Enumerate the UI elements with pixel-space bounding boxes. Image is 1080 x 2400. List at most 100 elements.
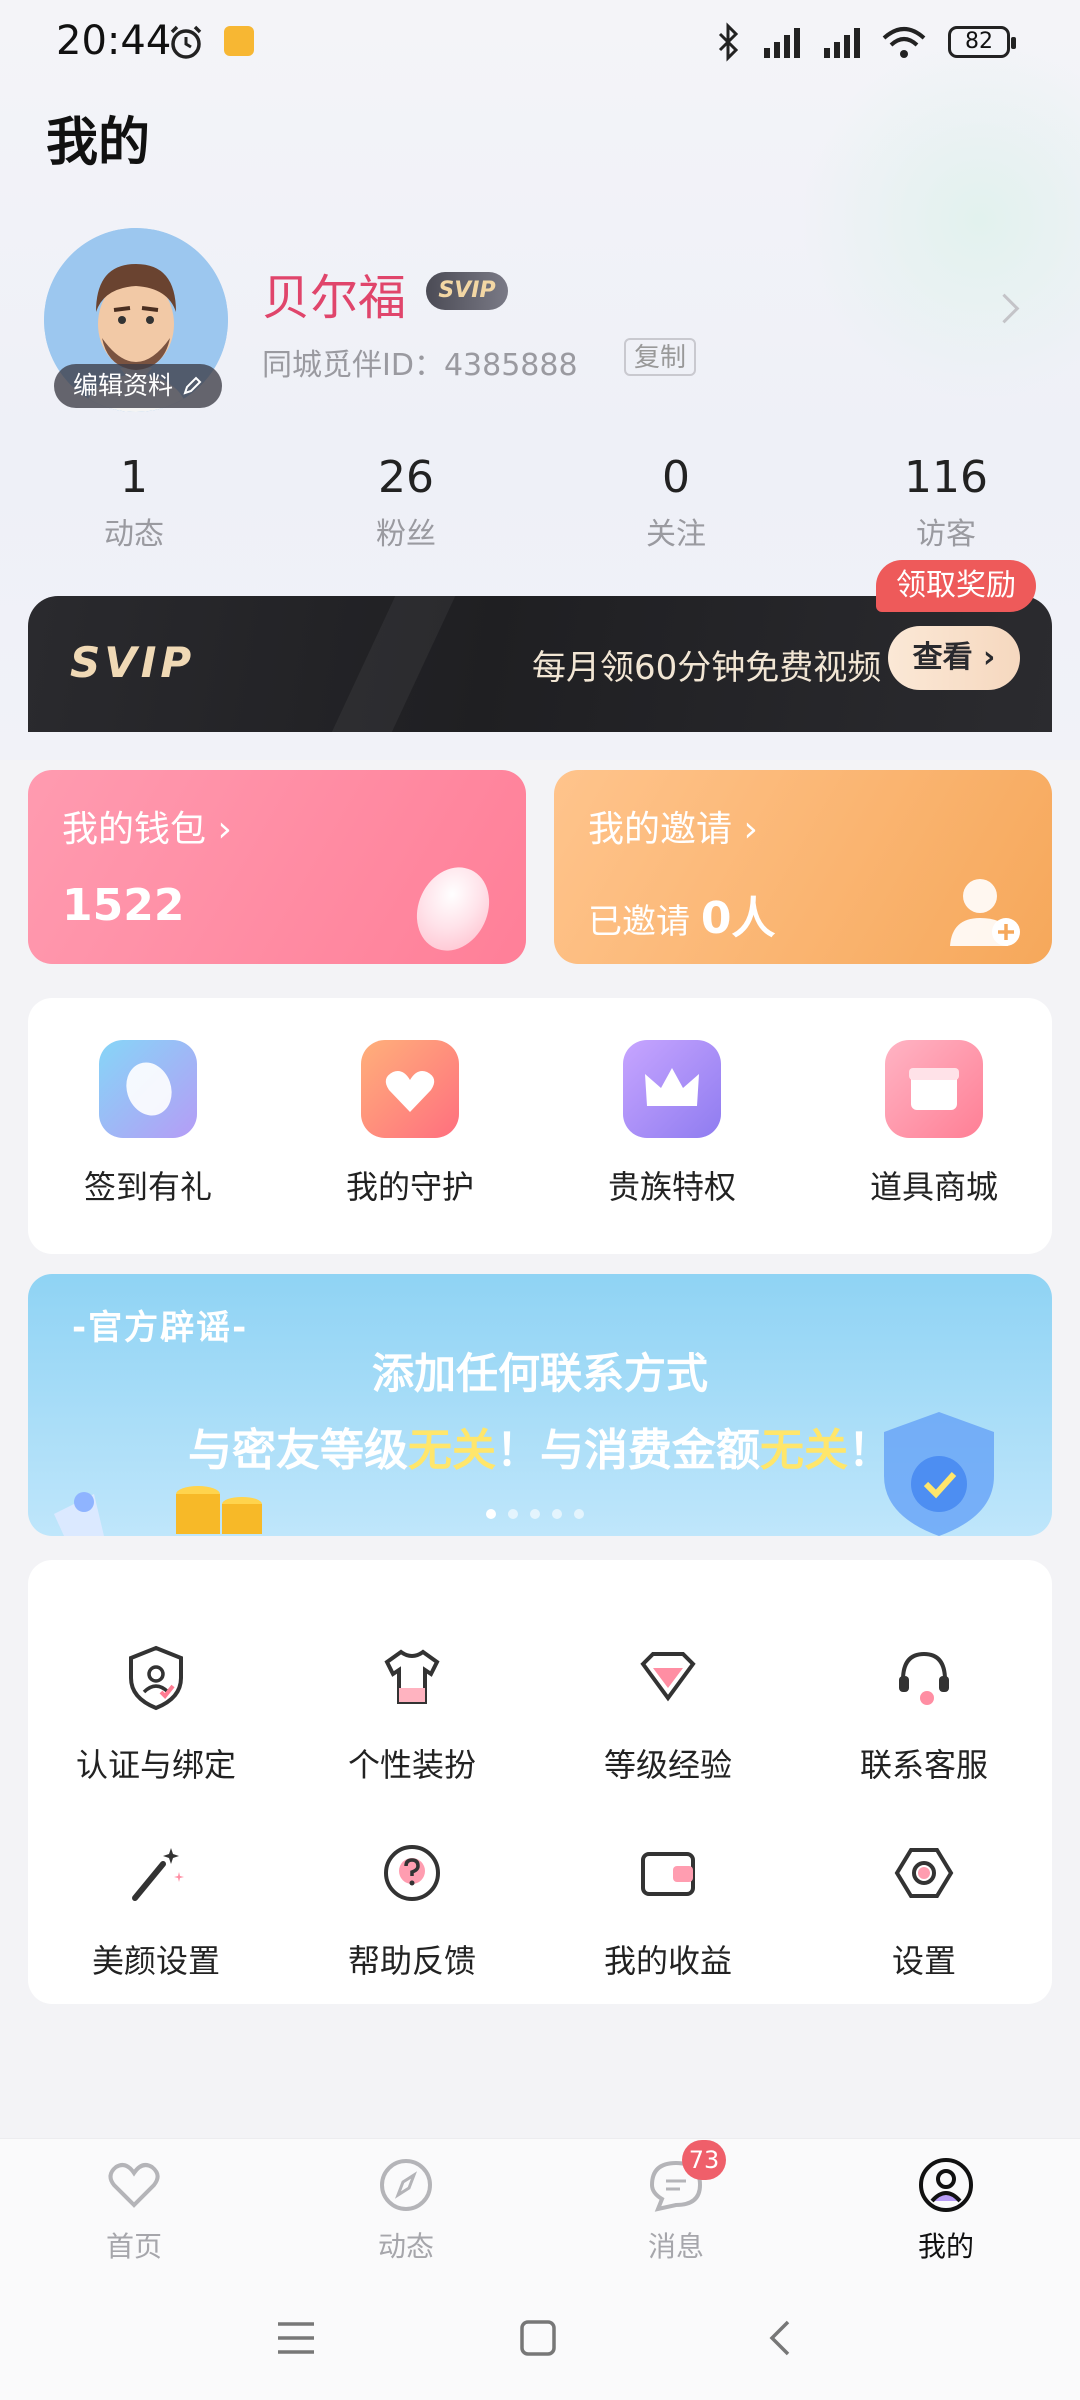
notice-text: 与密友等级	[188, 1425, 408, 1476]
invite-count: 0人	[700, 893, 776, 944]
help-icon	[384, 1845, 440, 1901]
tool-label: 美颜设置	[91, 1942, 220, 1980]
settings-icon	[894, 1848, 954, 1898]
alarm-icon	[170, 25, 202, 59]
stat-visitors[interactable]: 116 访客	[866, 452, 1026, 553]
tool-label: 我的收益	[603, 1942, 732, 1980]
wallet-card[interactable]: 我的钱包 › 1522	[28, 770, 526, 964]
tool-dress-up[interactable]: 个性装扮	[292, 1642, 532, 1786]
megaphone-icon	[54, 1492, 104, 1536]
feature-label: 贵族特权	[607, 1168, 736, 1206]
headset-icon	[899, 1651, 949, 1705]
banner-decoration	[311, 596, 465, 732]
stat-label: 访客	[916, 517, 976, 552]
svip-banner[interactable]: SVIP 每月领60分钟免费视频 查看 ›	[28, 596, 1052, 732]
guard-heart-icon	[361, 1040, 459, 1138]
nav-label: 消息	[647, 2230, 704, 2263]
heart-icon	[108, 2163, 160, 2208]
nav-label: 我的	[917, 2230, 974, 2263]
invite-card[interactable]: 我的邀请 › 已邀请 0人	[554, 770, 1052, 964]
nav-home[interactable]: 首页	[64, 2155, 204, 2265]
feature-sign-in[interactable]: 签到有礼	[48, 1040, 248, 1208]
user-id: 同城觅伴ID：4385888	[262, 348, 578, 383]
copy-id-button[interactable]: 复制	[624, 338, 696, 376]
crown-icon	[623, 1040, 721, 1138]
shield-check-icon	[884, 1412, 994, 1536]
feature-guard[interactable]: 我的守护	[310, 1040, 510, 1208]
diamond-icon	[640, 1652, 696, 1702]
edit-profile-button[interactable]: 编辑资料	[54, 364, 222, 408]
notification-app-icon	[224, 26, 254, 56]
bottom-navigation: 首页 动态 消息 我的	[0, 2138, 1080, 2279]
wallet-amount: 1522	[62, 880, 185, 931]
pencil-icon	[183, 376, 202, 395]
system-navigation-bar	[0, 2278, 1080, 2400]
invite-title: 我的邀请 ›	[588, 809, 758, 850]
tool-level[interactable]: 等级经验	[548, 1642, 788, 1786]
stat-fans[interactable]: 26 粉丝	[326, 452, 486, 553]
edit-profile-label: 编辑资料	[73, 371, 174, 400]
carousel-indicator	[486, 1504, 596, 1523]
profile-icon	[919, 2158, 973, 2212]
message-count-badge: 73	[682, 2140, 726, 2180]
bluetooth-icon	[718, 22, 739, 62]
shield-user-icon	[129, 1645, 183, 1711]
page-title: 我的	[46, 113, 151, 173]
nav-messages[interactable]: 消息	[606, 2155, 746, 2265]
feature-label: 我的守护	[345, 1168, 474, 1206]
back-icon[interactable]	[762, 2316, 798, 2360]
username: 贝尔福	[262, 270, 407, 326]
signal-2-icon	[824, 28, 860, 58]
notice-highlight: 无关	[760, 1425, 848, 1476]
tool-beauty[interactable]: 美颜设置	[36, 1838, 276, 1982]
feature-store[interactable]: 道具商城	[834, 1040, 1034, 1208]
notice-highlight: 无关	[408, 1425, 496, 1476]
nav-mine[interactable]: 我的	[876, 2155, 1016, 2265]
tool-label: 个性装扮	[347, 1746, 476, 1784]
nav-label: 动态	[377, 2230, 434, 2263]
status-bar: 20:44 82	[0, 0, 1080, 84]
stat-label: 粉丝	[376, 517, 436, 552]
stat-posts[interactable]: 1 动态	[54, 452, 214, 553]
invite-prefix: 已邀请	[588, 902, 690, 942]
add-person-icon	[950, 879, 1020, 946]
tool-customer-service[interactable]: 联系客服	[804, 1642, 1044, 1786]
wifi-icon	[882, 27, 926, 58]
tool-label: 等级经验	[603, 1746, 732, 1784]
feature-label: 签到有礼	[83, 1168, 212, 1206]
feature-label: 道具商城	[869, 1168, 998, 1206]
tool-label: 帮助反馈	[347, 1942, 476, 1980]
notice-text: ！与消费金额	[496, 1425, 760, 1476]
home-square-icon[interactable]	[516, 2316, 560, 2360]
stat-following[interactable]: 0 关注	[596, 452, 756, 553]
bean-icon	[403, 855, 503, 963]
coins-icon	[176, 1486, 262, 1534]
wallet-icon	[641, 1852, 695, 1896]
claim-reward-badge[interactable]: 领取奖励	[876, 560, 1036, 612]
nav-feed[interactable]: 动态	[336, 2155, 476, 2265]
tool-verification[interactable]: 认证与绑定	[36, 1642, 276, 1786]
tool-label: 认证与绑定	[75, 1746, 236, 1784]
svip-view-button[interactable]: 查看 ›	[888, 626, 1020, 690]
tool-earnings[interactable]: 我的收益	[548, 1838, 788, 1982]
stat-value: 1	[120, 452, 148, 503]
signal-1-icon	[764, 28, 800, 58]
tool-help[interactable]: 帮助反馈	[292, 1838, 532, 1982]
nav-label: 首页	[105, 2230, 162, 2263]
feature-nobility[interactable]: 贵族特权	[572, 1040, 772, 1208]
bean-icon	[99, 1040, 197, 1138]
compass-icon	[380, 2159, 432, 2211]
stat-value: 26	[378, 452, 434, 503]
tool-settings[interactable]: 设置	[804, 1838, 1044, 1982]
stat-value: 0	[662, 452, 690, 503]
tool-label: 设置	[891, 1942, 956, 1980]
magic-wand-icon	[132, 1848, 184, 1901]
svip-description: 每月领60分钟免费视频	[532, 648, 882, 688]
official-notice-banner[interactable]: -官方辟谣- 添加任何联系方式 与密友等级无关！与消费金额无关！	[28, 1274, 1052, 1536]
stat-label: 关注	[646, 517, 706, 552]
menu-icon[interactable]	[274, 2318, 318, 2358]
stat-value: 116	[904, 452, 988, 503]
svip-badge: SVIP	[426, 272, 508, 310]
notice-line-1: 添加任何联系方式	[371, 1349, 708, 1398]
svip-logo: SVIP	[70, 638, 196, 687]
